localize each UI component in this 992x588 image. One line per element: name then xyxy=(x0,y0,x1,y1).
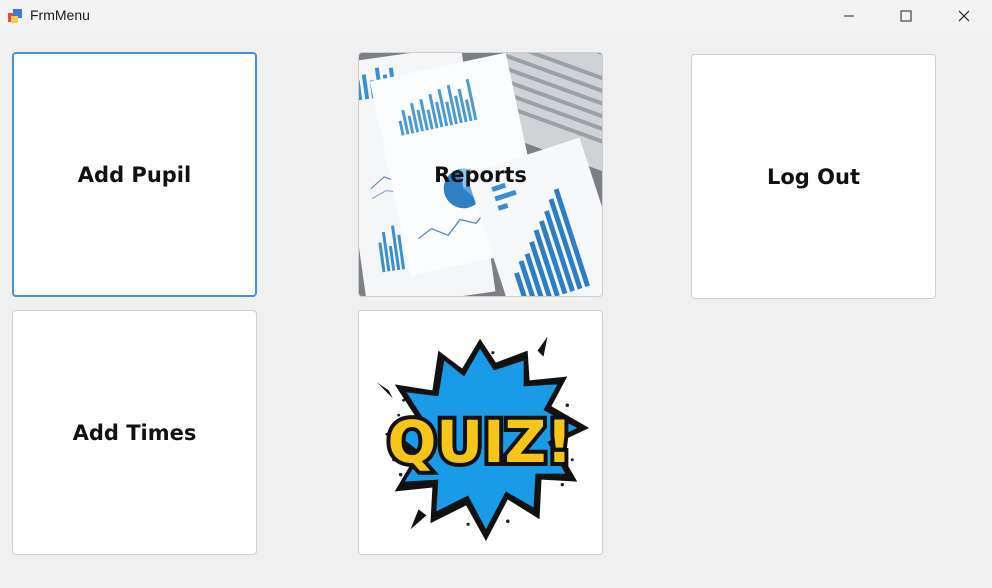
close-icon xyxy=(958,10,970,22)
close-button[interactable] xyxy=(935,0,992,32)
app-icon xyxy=(8,9,22,23)
maximize-icon xyxy=(900,10,912,22)
maximize-button[interactable] xyxy=(877,0,935,32)
reports-button[interactable]: Reports xyxy=(358,52,603,297)
minimize-icon xyxy=(844,15,854,17)
log-out-label: Log Out xyxy=(767,164,860,189)
add-pupil-label: Add Pupil xyxy=(77,162,192,187)
window-title: FrmMenu xyxy=(30,7,90,23)
quiz-burst-image: QUIZ! QUIZ! xyxy=(359,311,602,554)
add-pupil-button[interactable]: Add Pupil xyxy=(12,52,257,297)
reports-label: Reports xyxy=(434,162,527,187)
title-bar: FrmMenu xyxy=(0,0,992,32)
quiz-text: QUIZ! xyxy=(388,409,573,476)
add-times-button[interactable]: Add Times xyxy=(12,310,257,555)
minimize-button[interactable] xyxy=(820,0,878,32)
add-times-label: Add Times xyxy=(72,420,197,445)
log-out-button[interactable]: Log Out xyxy=(691,54,936,299)
quiz-button[interactable]: QUIZ! QUIZ! xyxy=(358,310,603,555)
